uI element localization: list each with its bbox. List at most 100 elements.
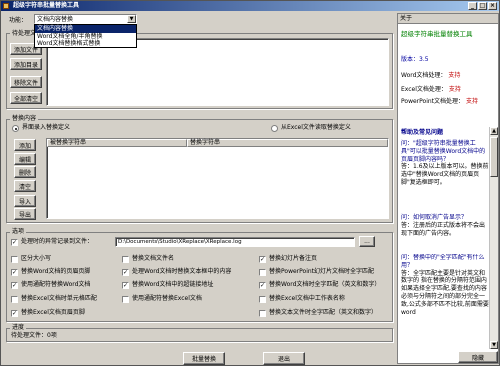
option-checkbox[interactable]: ✓	[122, 282, 129, 289]
about-excel-row: Excel文档处理： 支持	[401, 84, 461, 93]
chevron-down-icon[interactable]: ▼	[127, 15, 136, 23]
clear-rules-button[interactable]: 清空	[14, 180, 36, 192]
about-title: 关于	[398, 14, 498, 24]
add-folder-button[interactable]: 添加目录	[10, 58, 42, 70]
remove-file-button[interactable]: 移除文件	[10, 76, 42, 88]
option-label: 替换Word文档的页眉页脚	[21, 268, 91, 275]
file-list[interactable]	[46, 38, 389, 106]
main-window: 超级字符串批量替换工具 _ □ × 功能： 文档内容替换 ▼ 文档内容替换 Wo…	[0, 0, 500, 366]
about-version-text: 版本：3.5	[401, 56, 429, 63]
option-label: 使用通配符替换Excel文档	[132, 295, 202, 302]
option-label: 使用通配符替换Word文档	[21, 281, 91, 288]
progress-group-label: 进度	[10, 324, 27, 331]
browse-button[interactable]: ...	[359, 236, 375, 247]
delete-rule-button[interactable]: 删除	[14, 166, 36, 178]
add-rule-button[interactable]: 添加	[14, 139, 36, 151]
replace-group-label: 替换内容	[10, 115, 39, 122]
option-label: 替换幻灯片备注页	[269, 255, 318, 262]
option-label: 替换Word文档中的超链接地址	[132, 281, 214, 288]
function-option[interactable]: 文档内容替换	[35, 25, 136, 33]
option-checkbox[interactable]	[11, 256, 18, 263]
option-checkbox[interactable]: ✓	[11, 282, 18, 289]
option-label: 替换Word文档时全字匹配（英文和数字）	[269, 281, 381, 288]
progress-group	[6, 328, 393, 342]
help-title: 帮助及常见问题	[401, 129, 444, 136]
option-checkbox[interactable]: ✓	[11, 269, 18, 276]
edit-rule-button[interactable]: 编辑	[14, 153, 36, 165]
option-label: 替换文本文件时全字匹配（英文和数字）	[269, 309, 378, 316]
faq-question[interactable]: 问：如何取消广告显示？	[401, 214, 489, 222]
option-checkbox[interactable]	[122, 296, 129, 303]
option-checkbox[interactable]	[259, 296, 266, 303]
log-checkbox[interactable]: ✓	[11, 239, 18, 246]
option-checkbox[interactable]	[259, 310, 266, 317]
option-label: 替换Excel文档页眉页脚	[21, 309, 85, 316]
about-panel: 关于 超级字符串批量替换工具 版本：3.5 Word文档处理： 支持 Excel…	[397, 13, 499, 364]
minimize-button[interactable]: _	[468, 2, 477, 10]
close-button[interactable]: ×	[488, 2, 497, 10]
function-select[interactable]: 文档内容替换 ▼	[34, 14, 137, 24]
log-path-input[interactable]: D:\Documents\Studio\XReplace\XReplace.lo…	[115, 237, 355, 247]
faq-question[interactable]: 问：替换中的"全字匹配"有什么用？	[401, 254, 489, 270]
about-ppt-row: PowerPoint文档处理： 支持	[401, 98, 491, 106]
radio-ui-define-label: 界面录入替换定义	[22, 124, 71, 131]
about-word-label: Word文档处理：	[401, 72, 447, 79]
radio-ui-define[interactable]	[12, 125, 19, 132]
option-label: 替换Excel文档中工作表名称	[269, 295, 345, 302]
batch-replace-button[interactable]: 批量替换	[183, 352, 225, 365]
import-rules-button[interactable]: 导入	[14, 195, 36, 207]
column-header-to[interactable]: 替换字符串	[187, 139, 388, 147]
option-checkbox[interactable]: ✓	[259, 282, 266, 289]
window-title: 超级字符串批量替换工具	[13, 2, 80, 9]
about-version: 版本：3.5	[401, 54, 429, 63]
hide-button[interactable]: 隐藏	[458, 351, 498, 363]
option-label: 替换Excel文档时单元格匹配	[21, 295, 97, 302]
faq-answer: 答：注册后的正式版本将不会出现下面的广告内容。	[401, 221, 486, 237]
option-label: 区分大小写	[21, 255, 52, 262]
faq-item: 问：如何取消广告显示？ 答：注册后的正式版本将不会出现下面的广告内容。	[401, 214, 489, 237]
option-label: 处理Word文档时替换文本框中的内容	[132, 268, 232, 275]
faq-question[interactable]: 问："超级字符串批量替换工具"可以批量替换Word文档中的页眉页脚内容吗？	[401, 140, 489, 163]
log-label: 处理时的异常记录到文件：	[21, 238, 94, 245]
log-path-value: D:\Documents\Studio\XReplace\XReplace.lo…	[118, 239, 242, 245]
faq-answer: 答：全字匹配主要是针对英文和数字的 指在替换的分隔符范围内如果选择全字匹配,要查…	[401, 269, 489, 316]
column-header-from[interactable]: 被替换字符串	[47, 139, 187, 147]
scroll-down-icon[interactable]: ▼	[490, 341, 498, 349]
about-app-name: 超级字符串批量替换工具	[401, 30, 473, 38]
scroll-thumb[interactable]	[490, 137, 498, 177]
help-scrollbar[interactable]: ▲ ▼	[489, 127, 498, 349]
maximize-button[interactable]: □	[478, 2, 487, 10]
scroll-up-icon[interactable]: ▲	[490, 127, 498, 135]
exit-button[interactable]: 退出	[263, 352, 305, 365]
radio-excel-define[interactable]	[271, 125, 278, 132]
option-checkbox[interactable]: ✓	[11, 310, 18, 317]
about-excel-status: 支持	[448, 86, 461, 93]
about-excel-label: Excel文档处理：	[401, 86, 447, 93]
option-checkbox[interactable]: ✓	[122, 269, 129, 276]
options-group-label: 选项	[10, 228, 27, 235]
function-option[interactable]: Word文档替换格式替换	[35, 40, 136, 48]
rules-table[interactable]: 被替换字符串 替换字符串	[46, 138, 389, 219]
app-icon	[3, 3, 9, 9]
option-checkbox[interactable]	[259, 269, 266, 276]
option-checkbox[interactable]	[122, 256, 129, 263]
about-word-row: Word文档处理： 支持	[401, 70, 460, 79]
function-selected-value: 文档内容替换	[37, 16, 74, 23]
option-checkbox[interactable]: ✓	[259, 256, 266, 263]
faq-item: 问：替换中的"全字匹配"有什么用？ 答：全字匹配主要是针对英文和数字的 指在替换…	[401, 254, 489, 348]
radio-excel-define-label: 从Excel文件读取替换定义	[281, 124, 351, 131]
option-label: 替换文档文件名	[132, 255, 175, 262]
function-dropdown-list: 文档内容替换 Word文档全角/半角替换 Word文档替换格式替换	[34, 24, 137, 48]
faq-item: 问："超级字符串批量替换工具"可以批量替换Word文档中的页眉页脚内容吗？ 答：…	[401, 140, 489, 187]
export-rules-button[interactable]: 导出	[14, 208, 36, 220]
function-label: 功能：	[9, 17, 28, 24]
faq-answer: 答：1.6及以上版本可以。替换前选中"替换Word文档的页眉页脚"复选框即可。	[401, 163, 489, 186]
progress-text: 待处理文件：0项	[11, 332, 57, 339]
function-option[interactable]: Word文档全角/半角替换	[35, 33, 136, 41]
clear-all-button[interactable]: 全部清空	[10, 92, 42, 104]
about-ppt-status: 支持	[465, 98, 478, 105]
title-bar: 超级字符串批量替换工具 _ □ ×	[1, 1, 499, 11]
option-label: 替换PowerPoint幻灯片文档时全字匹配	[269, 268, 375, 275]
about-ppt-label: PowerPoint文档处理：	[401, 98, 465, 105]
option-checkbox[interactable]	[11, 296, 18, 303]
